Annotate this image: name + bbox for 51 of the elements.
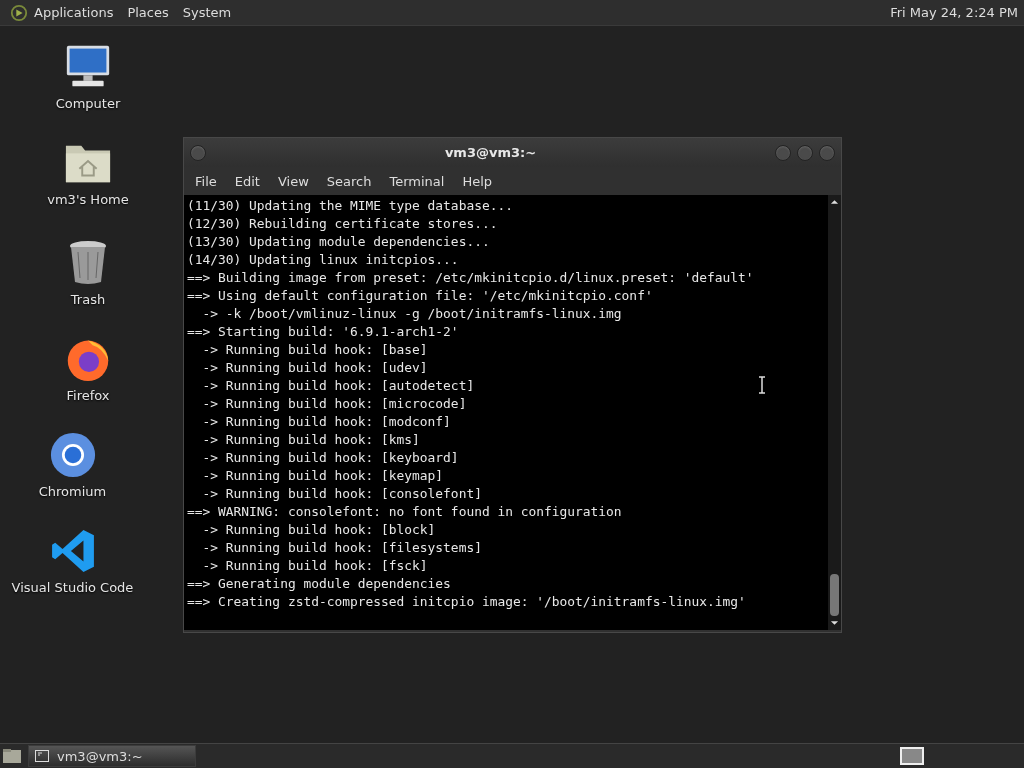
desktop-icon-label[interactable]: Computer — [55, 96, 121, 111]
terminal-line: -> Running build hook: [keyboard] — [201, 449, 459, 467]
terminal-line: -> Running build hook: [keymap] — [201, 467, 444, 485]
terminal-line: -> Running build hook: [kms] — [201, 431, 420, 449]
desktop-icon-label[interactable]: Firefox — [66, 388, 110, 403]
scroll-up-icon[interactable] — [830, 199, 839, 205]
terminal-line: -> Running build hook: [filesystems] — [201, 539, 482, 557]
terminal-line: -> Running build hook: [autodetect] — [201, 377, 475, 395]
terminal-line: -> Running build hook: [fsck] — [201, 557, 428, 575]
desktop-icon-label[interactable]: Chromium — [38, 484, 107, 499]
menu-item[interactable]: View — [268, 173, 318, 189]
terminal-line: ==> WARNING: consolefont: no font found in configuration — [187, 503, 622, 521]
terminal-line: (14/30) Updating linux initcpios... — [187, 251, 459, 269]
terminal-line: ==> Building image from preset: /etc/mkinitcpio.d/linux.preset: 'default' — [187, 269, 754, 287]
logo-icon — [10, 3, 28, 22]
scroll-down-icon[interactable] — [830, 620, 839, 626]
terminal-line: (11/30) Updating the MIME type database... — [187, 197, 513, 215]
terminal-line: -> Running build hook: [microcode] — [201, 395, 467, 413]
terminal-line: -> Running build hook: [consolefont] — [201, 485, 482, 503]
text-cursor-icon — [758, 376, 766, 394]
terminal-icon — [35, 750, 49, 762]
window-title: vm3@vm3:~ — [443, 145, 538, 160]
menu-item[interactable]: Search — [317, 173, 381, 189]
terminal-line: -> Running build hook: [block] — [201, 521, 436, 539]
scroll-thumb[interactable] — [830, 574, 839, 616]
menu-item[interactable]: Terminal — [380, 173, 454, 189]
terminal-line: -> Running build hook: [udev] — [201, 359, 428, 377]
workspace-switcher[interactable] — [900, 747, 924, 765]
panel-menu[interactable]: System — [182, 5, 232, 20]
desktop-icon-label[interactable]: vm3's Home — [47, 192, 129, 207]
menu-item[interactable]: File — [186, 173, 226, 189]
desktop-icon-label[interactable]: Trash — [70, 292, 106, 307]
clock[interactable]: Fri May 24, 2:24 PM — [890, 5, 1018, 20]
desktop-icon-label[interactable]: Visual Studio Code — [11, 580, 134, 595]
show-desktop-icon[interactable] — [2, 748, 22, 764]
terminal-line: (12/30) Rebuilding certificate stores... — [187, 215, 498, 233]
terminal-line: -> Running build hook: [modconf] — [201, 413, 451, 431]
terminal-line: ==> Creating zstd-compressed initcpio image: '/boot/initramfs-linux.img' — [187, 593, 746, 611]
scrollbar[interactable] — [828, 195, 841, 630]
terminal-line: -> -k /boot/vmlinuz-linux -g /boot/initramfs-linux.img — [201, 305, 622, 323]
terminal-line: -> Running build hook: [base] — [201, 341, 428, 359]
menu-item[interactable]: Help — [453, 173, 502, 189]
panel-menu[interactable]: Places — [127, 5, 169, 20]
terminal-line: ==> Using default configuration file: '/etc/mkinitcpio.conf' — [187, 287, 653, 305]
chromium-icon[interactable] — [48, 432, 97, 478]
terminal-line: ==> Starting build: '6.9.1-arch1-2' — [187, 323, 459, 341]
terminal-line: ==> Generating module dependencies — [187, 575, 451, 593]
menu-item[interactable]: Edit — [225, 173, 269, 189]
panel-menu[interactable]: Applications — [34, 5, 114, 20]
terminal-line: (13/30) Updating module dependencies... — [187, 233, 490, 251]
taskbar-button[interactable]: vm3@vm3:~ — [28, 745, 196, 767]
